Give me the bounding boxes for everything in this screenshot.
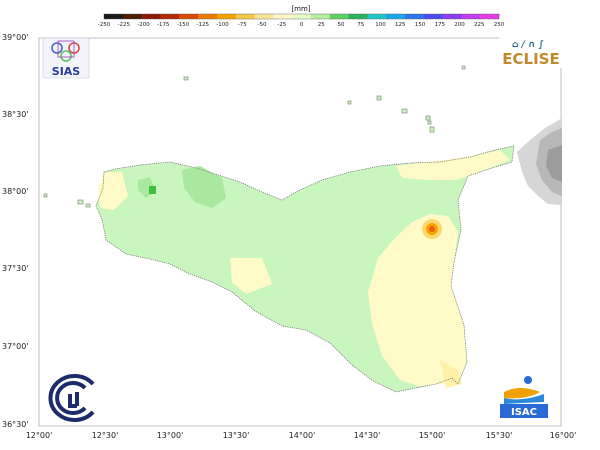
colorbar-swatch xyxy=(254,14,274,19)
colorbar-swatch xyxy=(104,14,124,19)
colorbar-tick-label: 0 xyxy=(300,22,304,28)
precipitation-map: [mm] -250 -225 -200 -175 -150 -125 -100 -75 -50-… xyxy=(2,5,577,440)
colorbar-tick-label: 125 xyxy=(395,22,406,28)
colorbar-swatch xyxy=(273,14,293,19)
eclise-logo-text: ECLISE xyxy=(502,50,559,68)
calabria-relief xyxy=(517,118,562,205)
sias-logo-text: SIAS xyxy=(52,65,81,78)
colorbar-swatch xyxy=(179,14,199,19)
colorbar-tick-label: 200 xyxy=(454,22,465,28)
colorbar: [mm] -250 -225 -200 -175 -150 -125 -100 -75 -50-… xyxy=(98,5,505,28)
lon-label: 15°00' xyxy=(419,431,446,440)
colorbar-tick-label: -25 xyxy=(277,22,286,28)
lat-label: 37°30' xyxy=(2,264,29,273)
colorbar-swatch xyxy=(348,14,368,19)
lat-label: 38°00' xyxy=(2,187,29,196)
colorbar-tick-label: 175 xyxy=(435,22,446,28)
colorbar-tick-label: -100 xyxy=(216,22,229,28)
colorbar-tick-label: -75 xyxy=(238,22,247,28)
lat-label: 39°00' xyxy=(2,33,29,42)
colorbar-tick-label: -200 xyxy=(137,22,150,28)
colorbar-tick-label: 250 xyxy=(494,22,505,28)
colorbar-swatch xyxy=(461,14,481,19)
lat-label: 38°30' xyxy=(2,110,29,119)
eclise-logo: ⌂ ∕ ∩ ∫ ECLISE xyxy=(499,36,563,68)
lon-label: 16°00' xyxy=(550,431,577,440)
colorbar-swatch xyxy=(141,14,161,19)
isac-logo-text: ISAC xyxy=(511,407,537,418)
colorbar-tick-label: 50 xyxy=(338,22,345,28)
colorbar-swatch xyxy=(442,14,462,19)
colorbar-swatch xyxy=(423,14,443,19)
colorbar-swatch xyxy=(292,14,312,19)
colorbar-tick-label: -150 xyxy=(177,22,190,28)
lon-label: 15°30' xyxy=(486,431,513,440)
lat-label: 37°00' xyxy=(2,342,29,351)
colorbar-tick-label: 150 xyxy=(415,22,426,28)
colorbar-swatch xyxy=(160,14,180,19)
colorbar-tick-label: -225 xyxy=(118,22,131,28)
sias-logo: SIAS xyxy=(42,37,90,79)
colorbar-swatch xyxy=(386,14,406,19)
colorbar-unit: [mm] xyxy=(291,5,310,13)
colorbar-swatch xyxy=(329,14,349,19)
colorbar-tick-label: -50 xyxy=(258,22,267,28)
colorbar-swatch xyxy=(235,14,255,19)
lat-label: 36°30' xyxy=(2,420,29,429)
colorbar-swatch xyxy=(198,14,218,19)
colorbar-swatch xyxy=(367,14,387,19)
colorbar-swatch xyxy=(216,14,236,19)
lon-label: 14°00' xyxy=(289,431,316,440)
lon-label: 12°30' xyxy=(92,431,119,440)
lon-label: 13°00' xyxy=(157,431,184,440)
colorbar-tick-label: 225 xyxy=(474,22,485,28)
colorbar-tick-label: 25 xyxy=(318,22,325,28)
colorbar-swatch xyxy=(122,14,142,19)
colorbar-swatch xyxy=(310,14,331,19)
longitude-labels: 12°00' 12°30' 13°00' 13°30' 14°00' 14°30… xyxy=(26,431,577,440)
lon-label: 12°00' xyxy=(26,431,53,440)
colorbar-tick-label: -175 xyxy=(157,22,170,28)
latitude-labels: 39°00' 38°30' 38°00' 37°30' 37°00' 36°30… xyxy=(2,33,29,429)
colorbar-tick-label: -125 xyxy=(197,22,210,28)
colorbar-swatch xyxy=(404,14,425,19)
colorbar-tick-label: 75 xyxy=(357,22,364,28)
cnr-logo xyxy=(48,374,95,422)
isac-logo: ISAC xyxy=(498,370,548,418)
colorbar-swatch xyxy=(480,14,500,19)
colorbar-tick-label: -250 xyxy=(98,22,111,28)
lon-label: 13°30' xyxy=(223,431,250,440)
colorbar-tick-label: 100 xyxy=(375,22,386,28)
lon-label: 14°30' xyxy=(354,431,381,440)
sicily-land xyxy=(95,145,515,393)
eclise-logo-mark: ⌂ ∕ ∩ ∫ xyxy=(512,40,544,50)
